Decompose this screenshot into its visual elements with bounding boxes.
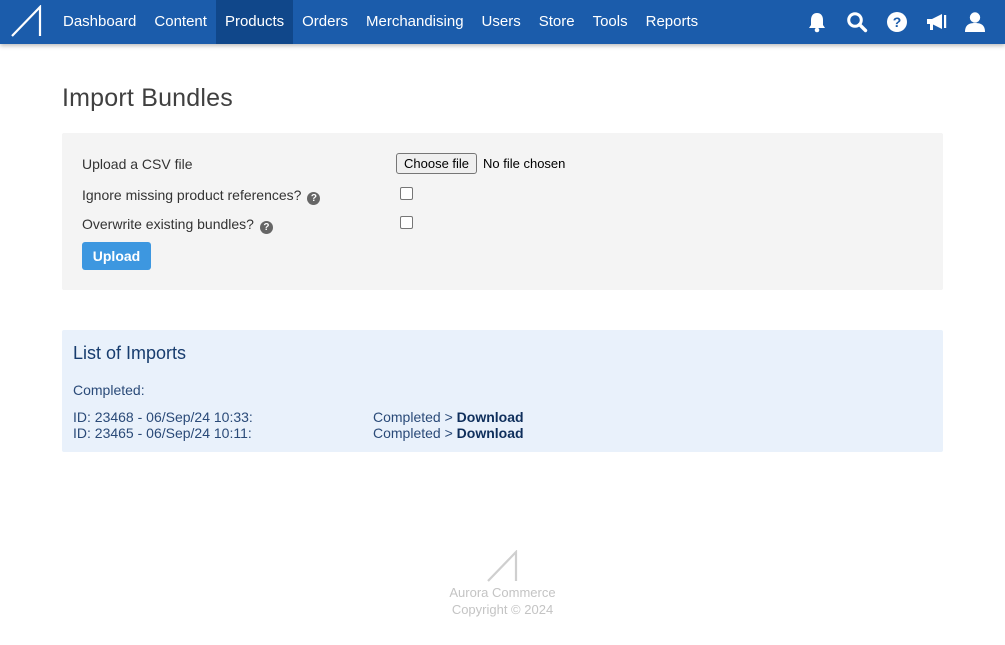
download-link[interactable]: Download bbox=[457, 425, 524, 441]
svg-text:?: ? bbox=[893, 14, 902, 30]
nav-item-content[interactable]: Content bbox=[145, 0, 216, 44]
file-status-text: No file chosen bbox=[483, 156, 566, 171]
import-status-text: Completed > bbox=[373, 425, 453, 441]
overwrite-row-label: Overwrite existing bundles?? bbox=[82, 216, 273, 234]
imports-title: List of Imports bbox=[73, 343, 187, 363]
nav-item-users[interactable]: Users bbox=[473, 0, 530, 44]
ignore-missing-checkbox[interactable] bbox=[400, 187, 413, 200]
main-menu: Dashboard Content Products Orders Mercha… bbox=[54, 0, 707, 44]
nav-item-reports[interactable]: Reports bbox=[637, 0, 708, 44]
import-id-text: ID: 23468 - 06/Sep/24 10:33: bbox=[73, 409, 253, 425]
ignore-missing-row-label: Ignore missing product references?? bbox=[82, 187, 321, 205]
ignore-missing-label: Ignore missing product references? bbox=[82, 187, 302, 203]
imports-list-panel: List of Imports Completed: ID: 23468 - 0… bbox=[62, 330, 943, 452]
import-id-text: ID: 23465 - 06/Sep/24 10:11: bbox=[73, 425, 252, 441]
page-title: Import Bundles bbox=[62, 84, 233, 112]
nav-item-dashboard[interactable]: Dashboard bbox=[54, 0, 145, 44]
search-icon[interactable] bbox=[846, 11, 868, 33]
choose-file-button[interactable]: Choose file bbox=[396, 153, 478, 174]
user-icon[interactable] bbox=[964, 11, 986, 33]
import-status-text: Completed > bbox=[373, 409, 453, 425]
download-link[interactable]: Download bbox=[457, 409, 524, 425]
nav-item-tools[interactable]: Tools bbox=[584, 0, 637, 44]
upload-form-panel: Upload a CSV file Choose file No file ch… bbox=[62, 133, 943, 290]
import-row: ID: 23465 - 06/Sep/24 10:11: Completed >… bbox=[73, 425, 933, 441]
bell-icon[interactable] bbox=[806, 11, 828, 33]
upload-button[interactable]: Upload bbox=[82, 242, 151, 270]
aurora-logo-icon[interactable] bbox=[0, 0, 50, 44]
nav-item-store[interactable]: Store bbox=[530, 0, 584, 44]
footer-company-name: Aurora Commerce bbox=[449, 585, 556, 600]
megaphone-icon[interactable] bbox=[925, 11, 947, 33]
top-navigation-bar: Dashboard Content Products Orders Mercha… bbox=[0, 0, 1005, 44]
nav-item-merchandising[interactable]: Merchandising bbox=[357, 0, 473, 44]
overwrite-label: Overwrite existing bundles? bbox=[82, 216, 254, 232]
footer-copyright: Copyright © 2024 bbox=[451, 602, 554, 617]
nav-item-products[interactable]: Products bbox=[215, 0, 294, 44]
help-icon[interactable]: ? bbox=[886, 11, 908, 33]
import-status-cell: Completed > Download bbox=[373, 425, 524, 441]
import-row: ID: 23468 - 06/Sep/24 10:33: Completed >… bbox=[73, 409, 933, 425]
question-mark-icon[interactable]: ? bbox=[307, 192, 321, 205]
question-mark-icon[interactable]: ? bbox=[259, 221, 273, 234]
csv-upload-label: Upload a CSV file bbox=[82, 156, 193, 172]
overwrite-checkbox[interactable] bbox=[400, 216, 413, 229]
nav-item-orders[interactable]: Orders bbox=[293, 0, 357, 44]
page-footer: Aurora Commerce Copyright © 2024 bbox=[0, 550, 1005, 618]
import-status-cell: Completed > Download bbox=[373, 409, 524, 425]
completed-section-label: Completed: bbox=[73, 382, 145, 398]
aurora-footer-logo-icon bbox=[486, 550, 517, 582]
